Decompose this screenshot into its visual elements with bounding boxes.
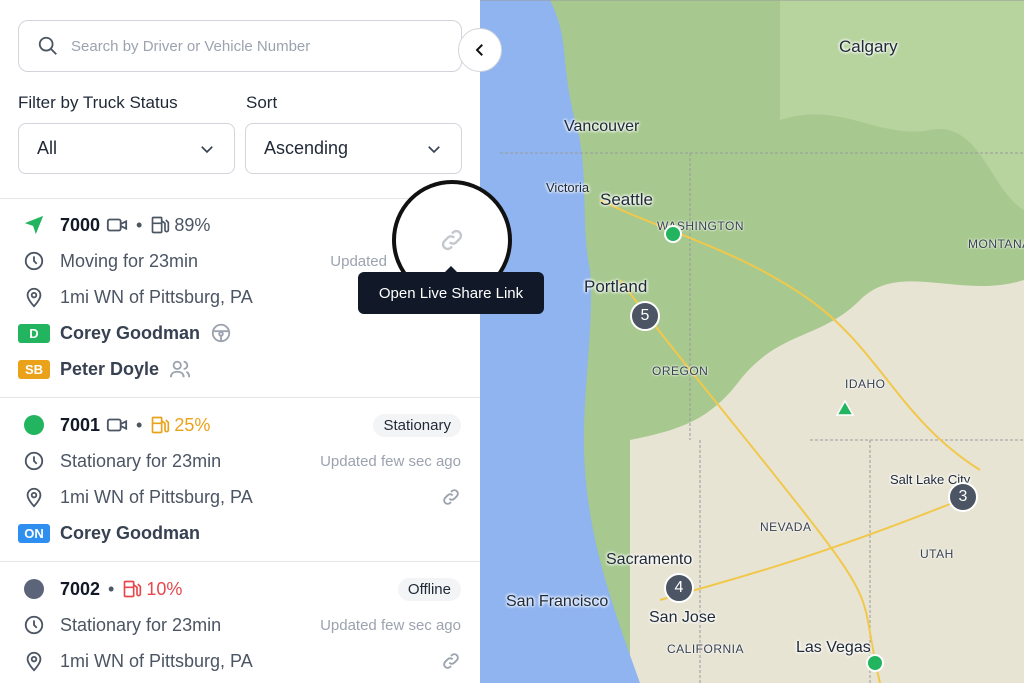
camera-icon [106, 218, 128, 232]
divider [0, 561, 480, 562]
map[interactable]: Calgary Vancouver Victoria Seattle Portl… [480, 0, 1024, 683]
vehicle-marker-moving[interactable] [836, 400, 854, 416]
status-duration: Moving for 23min [60, 250, 199, 271]
fuel-icon [124, 580, 142, 598]
updated-time: Updated few sec ago [320, 452, 461, 470]
driver-name: Corey Goodman [60, 522, 201, 543]
updated-time: Updated few sec ago [320, 616, 461, 634]
vehicle-number: 7002 [60, 578, 101, 599]
city-label: Portland [584, 277, 648, 296]
separator: • [108, 578, 115, 599]
location: 1mi WN of Pittsburg, PA [60, 650, 253, 671]
location: 1mi WN of Pittsburg, PA [60, 486, 253, 507]
sort-label: Sort [246, 93, 278, 112]
codriver-status-badge: SB [18, 359, 50, 379]
search-input[interactable]: Search by Driver or Vehicle Number [18, 20, 462, 72]
state-label: CALIFORNIA [667, 642, 745, 656]
fuel-level: 89% [174, 214, 211, 235]
status-badge: Stationary [373, 413, 461, 437]
state-label: MONTANA [968, 237, 1024, 251]
steering-wheel-icon [211, 323, 231, 343]
codriver-name: Peter Doyle [60, 358, 160, 379]
link-icon[interactable] [439, 227, 465, 253]
driver-name: Corey Goodman [60, 322, 201, 343]
location: 1mi WN of Pittsburg, PA [60, 286, 253, 307]
city-label: San Jose [649, 609, 716, 626]
vehicle-cluster-marker[interactable]: 5 [630, 301, 660, 331]
fuel-level: 10% [146, 578, 183, 599]
state-label: OREGON [652, 364, 709, 378]
driver-status-badge: D [18, 323, 50, 343]
city-label: Calgary [839, 37, 898, 56]
state-label: UTAH [920, 547, 954, 561]
city-label: San Francisco [506, 593, 609, 610]
driver-status-badge: ON [18, 523, 50, 543]
city-label: Sacramento [606, 551, 693, 568]
status-badge: Offline [397, 577, 461, 601]
vehicle-number: 7001 [60, 414, 101, 435]
navigation-arrow-icon [22, 214, 46, 236]
status-filter-value: All [37, 138, 58, 158]
camera-icon [106, 418, 128, 432]
vehicle-number: 7000 [60, 214, 101, 235]
location-pin-icon [22, 286, 46, 308]
city-label: Seattle [600, 190, 653, 209]
state-label: IDAHO [845, 377, 886, 391]
status-filter-label: Filter by Truck Status [18, 93, 178, 112]
sort-select[interactable]: Ascending [245, 123, 462, 174]
tooltip: Open Live Share Link [358, 266, 544, 314]
search-icon [38, 36, 57, 55]
sort-value: Ascending [264, 138, 349, 158]
location-pin-icon [22, 486, 46, 508]
collapse-panel-button[interactable] [458, 28, 502, 72]
status-filter-select[interactable]: All [18, 123, 235, 174]
city-label: Victoria [546, 180, 590, 195]
clock-icon [22, 614, 46, 636]
divider [0, 397, 480, 398]
link-icon[interactable] [441, 651, 461, 671]
map-terrain [480, 0, 1024, 683]
vehicle-marker-stationary[interactable] [866, 654, 884, 672]
vehicle-list-panel: Search by Driver or Vehicle Number Filte… [0, 0, 480, 683]
vehicle-cluster-marker[interactable]: 4 [664, 573, 694, 603]
status-duration: Stationary for 23min [60, 614, 222, 635]
users-icon [169, 360, 191, 378]
chevron-down-icon [201, 145, 213, 153]
city-label: Las Vegas [796, 639, 871, 656]
fuel-level: 25% [174, 414, 211, 435]
vehicle-cluster-marker[interactable]: 3 [948, 482, 978, 512]
link-icon[interactable] [441, 487, 461, 507]
clock-icon [22, 450, 46, 472]
city-label: Vancouver [564, 118, 640, 135]
separator: • [136, 214, 143, 235]
search-placeholder: Search by Driver or Vehicle Number [71, 37, 311, 55]
status-dot-green [22, 415, 46, 435]
fuel-icon [152, 216, 170, 234]
updated-time: Updated [330, 252, 387, 270]
chevron-left-icon [475, 44, 483, 56]
location-pin-icon [22, 650, 46, 672]
fuel-icon [152, 416, 170, 434]
state-label: NEVADA [760, 520, 812, 534]
clock-icon [22, 250, 46, 272]
status-dot-gray [22, 579, 46, 599]
separator: • [136, 414, 143, 435]
status-duration: Stationary for 23min [60, 450, 222, 471]
chevron-down-icon [428, 145, 440, 153]
vehicle-marker-stationary[interactable] [664, 225, 682, 243]
